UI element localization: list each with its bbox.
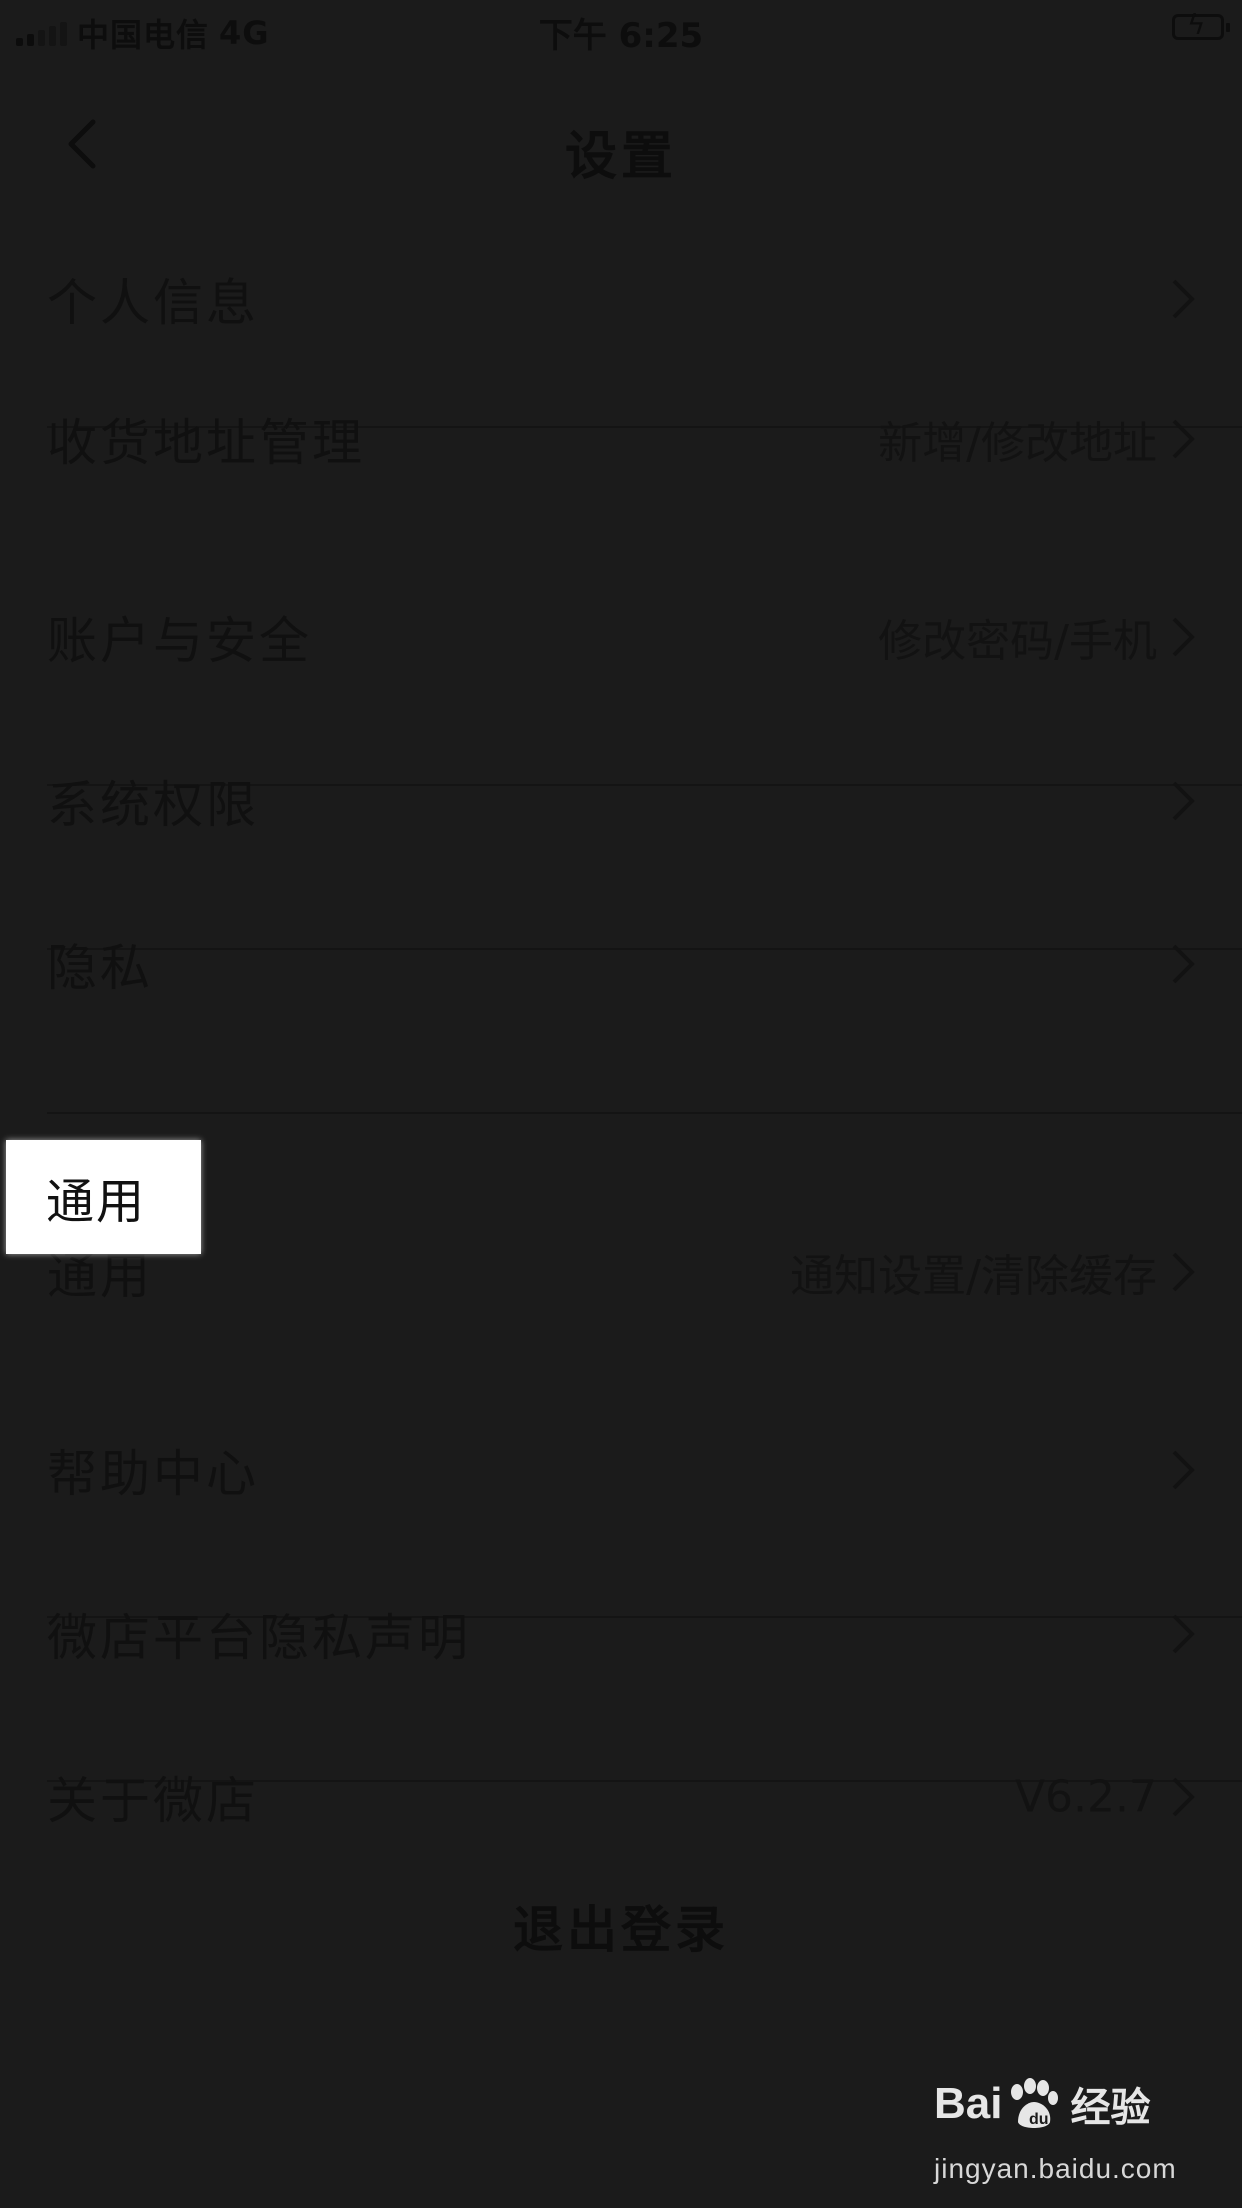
settings-item-account-security[interactable]: 账户与安全 修改密码/手机	[0, 562, 1242, 712]
navigation-bar: 设置	[0, 64, 1242, 224]
settings-screen: 中国电信 4G 下午 6:25 ϟ 设置 个人信息 收货地址管理 新增/修改地址	[0, 0, 1242, 2208]
chevron-right-icon	[1172, 1614, 1195, 1654]
page-title: 设置	[564, 127, 677, 187]
settings-item-label: 系统权限	[47, 776, 259, 834]
chevron-right-icon	[1172, 1777, 1195, 1817]
settings-item-label: 帮助中心	[47, 1445, 259, 1503]
watermark-brand-left: Bai	[934, 2079, 1003, 2128]
highlighted-label: 通用	[46, 1174, 147, 1230]
status-bar: 中国电信 4G 下午 6:25 ϟ	[0, 0, 1242, 64]
divider	[47, 1112, 1242, 1114]
watermark-brand-right: 经验	[1070, 2085, 1151, 2131]
highlighted-general-item[interactable]: 通用	[6, 1140, 201, 1254]
logout-button[interactable]: 退出登录	[0, 1890, 1242, 1962]
watermark-brand: Bai du 经验	[934, 2075, 1150, 2133]
svg-text:du: du	[1029, 2111, 1049, 2128]
settings-item-label: 关于微店	[47, 1772, 259, 1830]
watermark-url: jingyan.baidu.com	[934, 2153, 1177, 2184]
settings-item-label: 隐私	[47, 939, 153, 997]
settings-item-value: 通知设置/清除缓存	[790, 1251, 1157, 1302]
chevron-right-icon	[1172, 419, 1195, 459]
settings-item-address[interactable]: 收货地址管理 新增/修改地址	[0, 364, 1242, 514]
status-time: 下午 6:25	[538, 16, 704, 56]
chevron-right-icon	[1172, 781, 1195, 821]
settings-item-about[interactable]: 关于微店 V6.2.7	[0, 1722, 1242, 1872]
chevron-right-icon	[1172, 944, 1195, 984]
paw-icon: du	[1011, 2078, 1059, 2128]
chevron-right-icon	[1172, 1252, 1195, 1292]
settings-item-privacy-statement[interactable]: 微店平台隐私声明	[0, 1559, 1242, 1709]
settings-item-system-permissions[interactable]: 系统权限	[0, 726, 1242, 876]
settings-item-help-center[interactable]: 帮助中心	[0, 1395, 1242, 1545]
settings-item-privacy[interactable]: 隐私	[0, 889, 1242, 1039]
settings-item-label: 微店平台隐私声明	[47, 1609, 471, 1667]
battery-icon: ϟ	[1172, 11, 1230, 40]
settings-item-value: 修改密码/手机	[878, 616, 1157, 667]
settings-item-value: V6.2.7	[1014, 1771, 1157, 1823]
settings-item-label: 账户与安全	[47, 612, 312, 670]
baidu-jingyan-watermark: Bai du 经验 jingyan.baidu.com	[934, 2075, 1177, 2185]
settings-item-personal-info[interactable]: 个人信息	[0, 224, 1242, 374]
chevron-right-icon	[1172, 617, 1195, 657]
chevron-right-icon	[1172, 279, 1195, 319]
status-right: ϟ	[1172, 11, 1230, 40]
settings-item-label: 收货地址管理	[47, 414, 365, 472]
settings-item-label: 个人信息	[47, 274, 259, 332]
settings-item-value: 新增/修改地址	[878, 418, 1157, 469]
chevron-right-icon	[1172, 1450, 1195, 1490]
